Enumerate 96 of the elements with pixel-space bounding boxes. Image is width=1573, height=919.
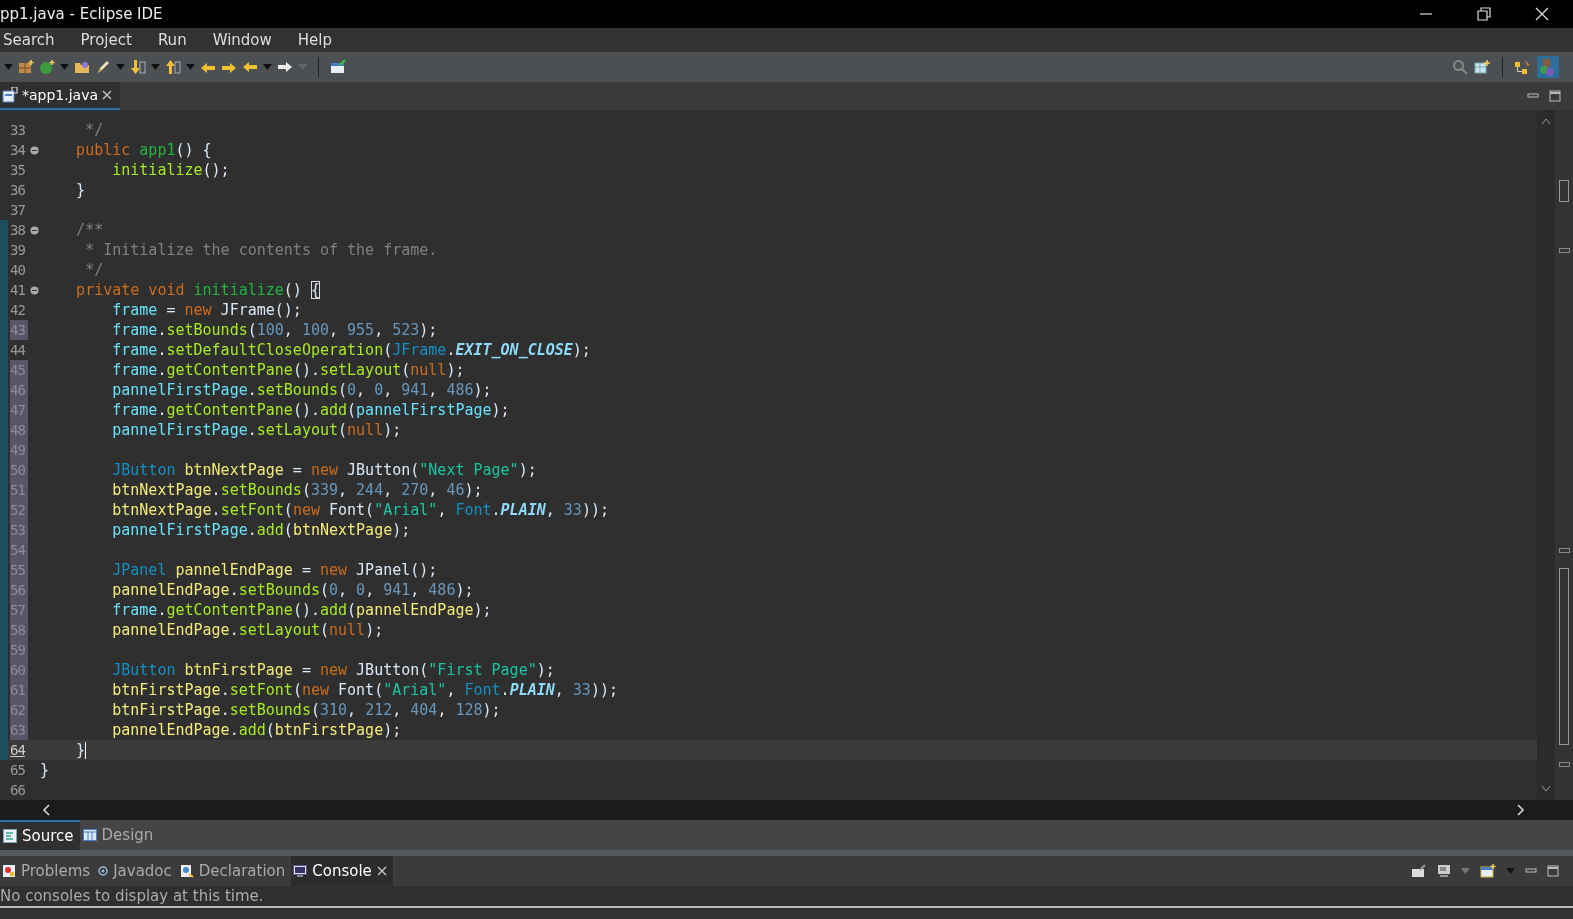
close-icon[interactable] [376,866,387,876]
fold-icon[interactable] [29,285,39,295]
scroll-left-icon[interactable] [42,804,50,816]
up-arrow-icon[interactable] [165,59,181,75]
code-line: pannelEndPage.add(btnFirstPage); [111,721,402,739]
declaration-icon [179,864,194,878]
editor-mode-tab[interactable]: Design [79,820,160,850]
code-line: */ [84,121,104,139]
code-line: } [75,741,87,759]
new-console-icon[interactable] [1480,864,1496,878]
line-number: 39 [0,240,28,260]
view-tab[interactable]: Declaration [177,856,292,886]
code-line: pannelEndPage.setBounds(0, 0, 941, 486); [111,581,474,599]
code-line: frame.getContentPane().setLayout(null); [111,361,465,379]
back-arrow-icon[interactable] [242,60,258,74]
problems-icon [2,864,16,878]
fold-icon[interactable] [29,225,39,235]
line-number: 34 [9,141,27,160]
code-line: initialize(); [111,161,230,179]
line-number: 66 [9,781,26,800]
code-line: frame.setDefaultCloseOperation(JFrame.EXIT_ON_CLOSE); [111,341,591,359]
code-line: pannelFirstPage.setBounds(0, 0, 941, 486); [111,381,492,399]
menu-item[interactable]: Run [144,31,200,49]
code-line: frame = new JFrame(); [111,301,302,319]
new-class-icon[interactable] [39,59,55,75]
code-line: public app1() { [75,141,212,159]
code-line: private void initialize() { [75,281,320,299]
code-line: /** [75,221,104,239]
maximize-icon[interactable] [1547,865,1559,877]
code-line: } [75,181,86,199]
line-number: 65 [9,761,26,780]
caret-icon [298,64,307,70]
maximize-icon[interactable] [1549,90,1561,102]
source-icon [3,829,17,843]
code-line: pannelFirstPage.setLayout(null); [111,421,402,439]
view-tab[interactable]: Javadoc [96,856,178,886]
fold-icon[interactable] [29,145,39,155]
minimize-icon[interactable] [1527,91,1539,101]
code-line: * Initialize the contents of the frame. [84,241,438,259]
editor-tab[interactable]: *app1.java [0,82,121,110]
horizontal-scrollbar[interactable] [0,800,1573,820]
pin-icon[interactable] [1411,864,1427,878]
brush-icon[interactable] [95,59,111,75]
code-line: btnNextPage.setBounds(339, 244, 270, 46); [111,481,483,499]
window-icon[interactable] [330,59,346,75]
at-sign-icon [98,866,109,876]
window-title: pp1.java - Eclipse IDE [0,5,163,23]
code-line: */ [84,261,104,279]
line-number: 36 [9,181,26,200]
code-line: JPanel pannelEndPage = new JPanel(); [111,561,438,579]
line-number: 37 [9,201,26,220]
scroll-down-icon[interactable] [1541,785,1551,792]
file-icon [2,87,18,103]
down-arrow-icon[interactable] [130,59,146,75]
caret-icon [1461,868,1470,874]
console-icon [293,865,308,877]
hierarchy-icon[interactable] [1514,59,1532,75]
design-icon [82,829,97,841]
menu-item[interactable]: Project [67,31,145,49]
line-number: 40 [0,260,28,280]
scroll-right-icon[interactable] [1517,804,1525,816]
code-line: JButton btnFirstPage = new JButton("First Page"); [111,661,555,679]
menu-item[interactable]: Window [199,31,285,49]
code-line: pannelEndPage.setLayout(null); [111,621,384,639]
code-line: pannelFirstPage.add(btnNextPage); [111,521,411,539]
perspective-icon[interactable] [1473,59,1491,75]
view-tab[interactable]: Console [291,856,393,886]
code-line: frame.getContentPane().add(pannelEndPage); [111,601,492,619]
code-line: frame.getContentPane().add(pannelFirstPage); [111,401,510,419]
code-line: btnNextPage.setFont(new Font("Arial", Font.PLAIN, 33)); [111,501,609,519]
tab-label: *app1.java [22,87,99,103]
vertical-scrollbar[interactable] [1537,110,1555,800]
view-tab[interactable]: Problems [0,856,97,886]
code-line: btnFirstPage.setFont(new Font("Arial", Font.PLAIN, 33)); [111,681,618,699]
code-line: JButton btnNextPage = new JButton("Next Page"); [111,461,537,479]
line-number: 64 [0,740,28,760]
console-message: No consoles to display at this time. [0,887,264,905]
minimize-icon[interactable] [1525,866,1537,876]
forward-arrow-icon[interactable] [277,60,293,74]
code-line: frame.setBounds(100, 100, 955, 523); [111,321,438,339]
package-icon[interactable] [18,59,34,75]
code-line: } [40,761,50,779]
restore-icon[interactable] [1477,7,1491,21]
line-number: 33 [9,121,26,140]
menu-item[interactable]: Search [0,31,68,49]
editor-mode-tab[interactable]: Source [0,820,80,850]
close-icon[interactable] [1535,7,1549,21]
code-line: btnFirstPage.setBounds(310, 212, 404, 128); [111,701,501,719]
menu-item[interactable]: Help [284,31,345,49]
forward-arrow-icon[interactable] [221,60,237,74]
back-arrow-icon[interactable] [200,60,216,74]
scroll-up-icon[interactable] [1541,118,1551,125]
line-number: 35 [9,161,26,180]
monitor-icon[interactable] [1437,864,1451,878]
close-icon[interactable] [102,90,113,100]
folder-icon[interactable] [74,59,90,75]
